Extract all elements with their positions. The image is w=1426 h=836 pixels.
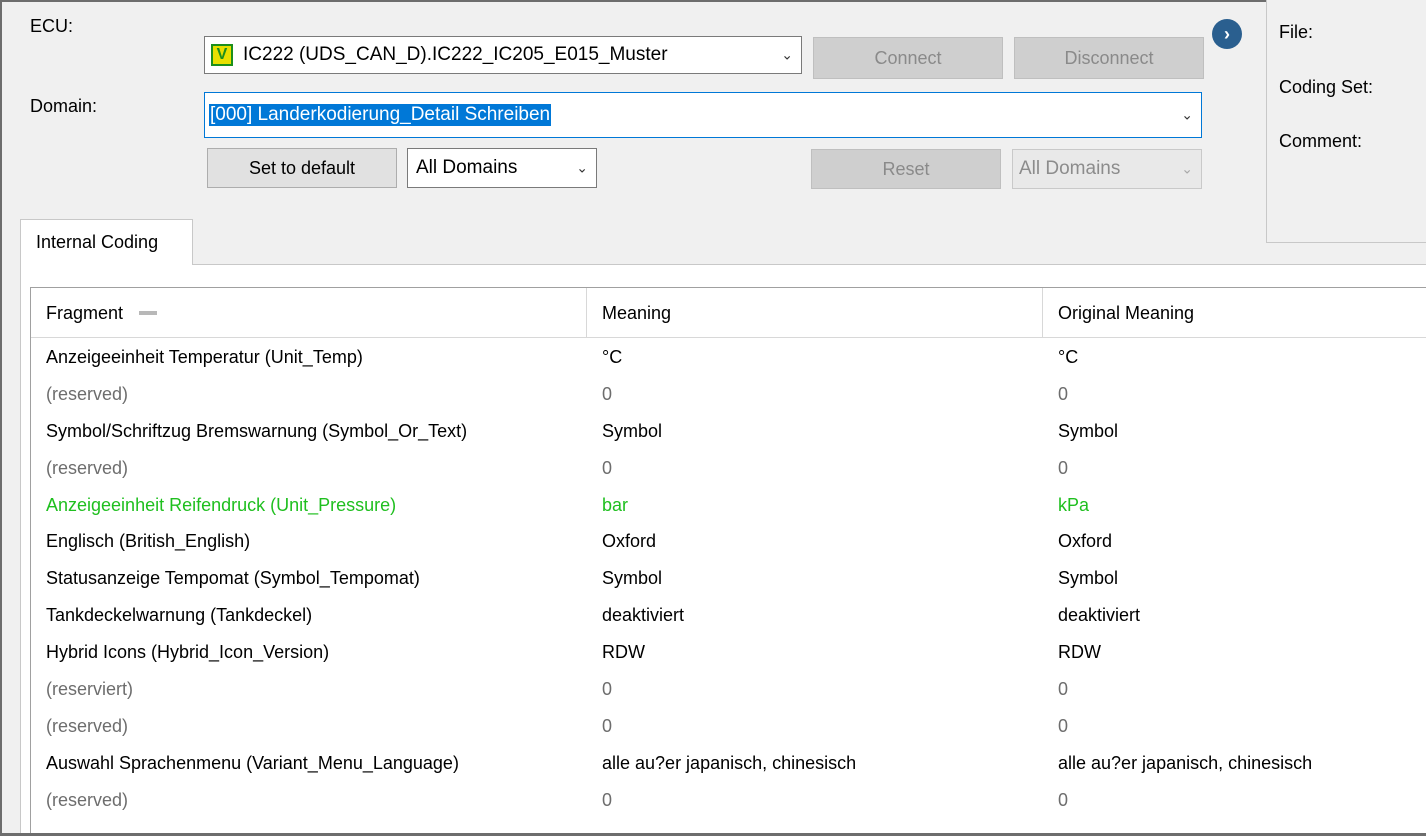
- comment-label: Comment:: [1279, 131, 1363, 151]
- cell-fragment: Hybrid Icons (Hybrid_Icon_Version): [46, 642, 330, 663]
- variant-badge-icon: V: [211, 44, 233, 66]
- cell-fragment: Symbol/Schriftzug Bremswarnung (Symbol_O…: [46, 420, 468, 441]
- table-row[interactable]: (reserved) 0 0: [31, 708, 1426, 745]
- cell-meaning[interactable]: 0: [587, 782, 1042, 819]
- cell-fragment: (reserved): [46, 789, 129, 810]
- file-label: File:: [1279, 22, 1314, 42]
- table-header: Fragment Meaning Original Meaning: [31, 288, 1426, 338]
- cell-original-meaning: alle au?er japanisch, chinesisch: [1058, 752, 1313, 773]
- cell-original-meaning: 0: [1058, 715, 1069, 736]
- domains-filter-value: All Domains: [416, 157, 518, 178]
- ecu-select-value: IC222 (UDS_CAN_D).IC222_IC205_E015_Muste…: [243, 44, 668, 65]
- ecu-select[interactable]: V IC222 (UDS_CAN_D).IC222_IC205_E015_Mus…: [204, 36, 802, 74]
- table-row[interactable]: Hybrid Icons (Hybrid_Icon_Version) RDW RDW: [31, 634, 1426, 671]
- cell-meaning[interactable]: Symbol: [587, 560, 1042, 597]
- chevron-down-icon: ⌄: [1181, 106, 1193, 123]
- cell-original-meaning: °C: [1058, 346, 1079, 367]
- cell-original-meaning: kPa: [1058, 494, 1090, 515]
- cell-meaning[interactable]: deaktiviert: [587, 597, 1042, 634]
- coding-info-panel: File: Coding Set: Comment:: [1266, 0, 1426, 243]
- table-row[interactable]: Statusanzeige Tempomat (Symbol_Tempomat)…: [31, 560, 1426, 597]
- cell-fragment: Statusanzeige Tempomat (Symbol_Tempomat): [46, 568, 420, 589]
- cell-original-meaning: 0: [1058, 679, 1069, 700]
- reset-domains-select[interactable]: All Domains ⌄: [1012, 149, 1202, 189]
- cell-meaning[interactable]: bar: [587, 487, 1042, 524]
- domain-select-value: [000] Landerkodierung_Detail Schreiben: [209, 104, 552, 126]
- set-to-default-button[interactable]: Set to default: [207, 148, 397, 188]
- cell-meaning[interactable]: 0: [587, 376, 1042, 413]
- cell-meaning[interactable]: 0: [587, 450, 1042, 487]
- disconnect-button[interactable]: Disconnect: [1014, 37, 1204, 79]
- sort-indicator-icon: [139, 311, 158, 315]
- chevron-down-icon: ⌄: [781, 46, 793, 63]
- cell-fragment: (reserved): [46, 457, 129, 478]
- cell-meaning[interactable]: RDW: [587, 634, 1042, 671]
- cell-original-meaning: 0: [1058, 789, 1069, 810]
- chevron-down-icon: ⌄: [1181, 160, 1193, 177]
- column-header-original-meaning[interactable]: Original Meaning: [1043, 288, 1426, 338]
- domain-label: Domain:: [30, 96, 98, 116]
- cell-original-meaning: Oxford: [1058, 531, 1113, 552]
- expand-panel-icon[interactable]: ›: [1212, 19, 1242, 49]
- tab-internal-coding[interactable]: Internal Coding: [20, 219, 193, 265]
- domains-filter-select[interactable]: All Domains ⌄: [407, 148, 597, 188]
- cell-fragment: Anzeigeeinheit Temperatur (Unit_Temp): [46, 346, 363, 367]
- table-row[interactable]: Auswahl Sprachenmenu (Variant_Menu_Langu…: [31, 745, 1426, 782]
- column-header-fragment[interactable]: Fragment: [31, 288, 586, 338]
- cell-original-meaning: Symbol: [1058, 420, 1119, 441]
- coding-set-label: Coding Set:: [1279, 77, 1374, 97]
- cell-fragment: Anzeigeeinheit Reifendruck (Unit_Pressur…: [46, 494, 397, 515]
- cell-meaning[interactable]: Symbol: [587, 413, 1042, 450]
- table-row[interactable]: Englisch (British_English) Oxford Oxford: [31, 524, 1426, 561]
- cell-fragment: Tankdeckelwarnung (Tankdeckel): [46, 605, 313, 626]
- cell-original-meaning: 0: [1058, 383, 1069, 404]
- cell-fragment: (reserviert): [46, 679, 134, 700]
- table-row[interactable]: (reserviert) 0 0: [31, 671, 1426, 708]
- cell-meaning[interactable]: 0: [587, 708, 1042, 745]
- reset-button[interactable]: Reset: [811, 149, 1001, 189]
- table-row[interactable]: Anzeigeeinheit Temperatur (Unit_Temp) °C °…: [31, 339, 1426, 376]
- column-header-meaning[interactable]: Meaning: [587, 288, 1042, 338]
- connect-button[interactable]: Connect: [813, 37, 1003, 79]
- cell-original-meaning: RDW: [1058, 642, 1101, 663]
- table-row[interactable]: (reserved) 0 0: [31, 450, 1426, 487]
- window-frame-left: [0, 0, 2, 836]
- domain-select[interactable]: [000] Landerkodierung_Detail Schreiben ⌄: [204, 92, 1202, 138]
- table-row[interactable]: (reserved) 0 0: [31, 782, 1426, 819]
- cell-meaning[interactable]: alle au?er japanisch, chinesisch: [587, 745, 1042, 782]
- table-row[interactable]: Symbol/Schriftzug Bremswarnung (Symbol_O…: [31, 413, 1426, 450]
- ecu-label: ECU:: [30, 16, 74, 36]
- reset-domains-value: All Domains: [1019, 158, 1121, 179]
- cell-meaning[interactable]: 0: [587, 671, 1042, 708]
- chevron-down-icon: ⌄: [576, 159, 588, 176]
- cell-original-meaning: deaktiviert: [1058, 605, 1141, 626]
- window-frame-top: [0, 0, 1426, 2]
- cell-original-meaning: Symbol: [1058, 568, 1119, 589]
- cell-meaning[interactable]: °C: [587, 339, 1042, 376]
- coding-table: Fragment Meaning Original Meaning Anzeig…: [30, 287, 1426, 833]
- table-row[interactable]: Anzeigeeinheit Reifendruck (Unit_Pressur…: [31, 487, 1426, 524]
- table-row[interactable]: Tankdeckelwarnung (Tankdeckel) deaktivier…: [31, 597, 1426, 634]
- cell-meaning[interactable]: Oxford: [587, 524, 1042, 561]
- cell-fragment: Englisch (British_English): [46, 531, 251, 552]
- cell-fragment: Auswahl Sprachenmenu (Variant_Menu_Langu…: [46, 752, 459, 773]
- cell-fragment: (reserved): [46, 383, 129, 404]
- cell-original-meaning: 0: [1058, 457, 1069, 478]
- column-header-label: Fragment: [46, 302, 124, 323]
- table-row[interactable]: (reserved) 0 0: [31, 376, 1426, 413]
- cell-fragment: (reserved): [46, 715, 129, 736]
